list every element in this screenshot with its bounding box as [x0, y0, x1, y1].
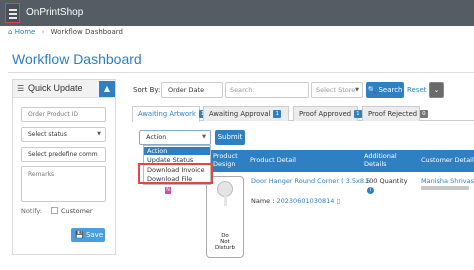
tab-label: Awaiting Artwork — [138, 110, 196, 118]
notify-customer-checkbox[interactable] — [51, 207, 58, 214]
order-product-id-input[interactable]: Order Product ID — [21, 107, 106, 122]
action-option[interactable]: Action — [144, 147, 210, 155]
search-input[interactable]: Search: — [225, 82, 309, 98]
tab-label: Awaiting Approval — [209, 110, 271, 118]
sort-select[interactable]: Order Date — [161, 82, 223, 98]
collapse-chevron-icon[interactable]: ▲ — [99, 81, 115, 97]
name-value[interactable]: 20230601030814 — [277, 197, 335, 205]
search-button[interactable]: 🔍 Search — [366, 82, 404, 98]
brand-name[interactable]: OnPrintShop — [26, 7, 83, 18]
action-select[interactable]: Action ▼ — [139, 130, 211, 145]
divider — [8, 72, 474, 73]
status-select[interactable]: Select status ▼ — [21, 127, 106, 142]
hanger-hole — [217, 181, 233, 197]
hanger-slot — [224, 196, 227, 206]
sort-by-label: Sort By: — [133, 86, 161, 94]
product-job-name: Name : 20230601030814 ▯ — [251, 197, 340, 205]
hamburger-menu-icon[interactable] — [5, 3, 20, 23]
tab-proof-rejected[interactable]: Proof Rejected 0 — [362, 106, 428, 121]
top-navbar: OnPrintShop — [0, 0, 474, 26]
expand-filters-chevron-icon[interactable]: ⌄ — [429, 82, 444, 98]
remarks-textarea[interactable]: Remarks — [21, 166, 106, 202]
status-select-value: Select status — [28, 131, 67, 138]
tab-awaiting-artwork[interactable]: Awaiting Artwork1 — [132, 106, 207, 122]
product-name-link[interactable]: Door Hanger Round Corner ( 3.5x8.5 — [251, 177, 370, 185]
chevron-down-icon: ▼ — [97, 131, 101, 137]
search-icon: 🔍 — [367, 86, 377, 94]
notify-label: Notify: — [21, 207, 42, 215]
breadcrumb-current: Workflow Dashboard — [50, 28, 123, 36]
submit-button[interactable]: Submit — [215, 130, 245, 145]
home-icon[interactable]: ⌂ — [8, 28, 12, 36]
tab-count-badge: 0 — [420, 110, 428, 118]
search-button-label: Search — [378, 86, 403, 94]
store-select-value: Select Store — [316, 86, 356, 94]
page-title: Workflow Dashboard — [12, 51, 142, 67]
tab-awaiting-approval[interactable]: Awaiting Approval 1 — [203, 106, 289, 121]
list-icon: ☰ — [17, 84, 25, 93]
highlight-box — [138, 163, 213, 184]
save-button[interactable]: 💾 Save — [71, 228, 105, 242]
customer-detail-blurred — [421, 186, 469, 190]
quantity-value: 100 Quantity — [365, 177, 408, 185]
tab-proof-approved[interactable]: Proof Approved 1 — [293, 106, 362, 121]
save-label: Save — [85, 231, 104, 239]
info-icon[interactable]: i — [367, 187, 374, 194]
column-header-additional-details: Additional Details — [364, 152, 397, 168]
column-header-product-detail: Product Detail — [250, 156, 296, 164]
store-select[interactable]: Select Store ▼ — [311, 82, 363, 98]
tab-label: Proof Approved — [299, 110, 352, 118]
tab-count-badge: 1 — [273, 110, 281, 118]
save-icon: 💾 — [75, 231, 84, 239]
quick-update-header: ☰ Quick Update ▲ — [13, 80, 115, 98]
breadcrumb-separator: › — [41, 28, 45, 36]
tab-label: Proof Rejected — [368, 110, 418, 118]
product-design-thumbnail[interactable]: Do Not Disturb — [206, 176, 244, 258]
breadcrumb-home[interactable]: Home — [15, 28, 36, 36]
design-text-line: Disturb — [214, 245, 236, 251]
column-header-product-design: Product Design — [213, 152, 238, 168]
action-select-value: Action — [146, 133, 167, 141]
name-label: Name : — [251, 197, 275, 205]
tab-count-badge: 1 — [354, 110, 362, 118]
chevron-down-icon: ▼ — [202, 134, 206, 140]
status-badge: N — [165, 187, 171, 194]
comment-select-value: Select predefine comm — [28, 151, 98, 158]
reset-link[interactable]: Reset — [407, 86, 427, 94]
column-header-customer-details: Customer Details — [421, 156, 474, 164]
chevron-down-icon: ▼ — [355, 87, 359, 93]
predefined-comment-select[interactable]: Select predefine comm — [21, 147, 106, 162]
table-header: Product Design Product Detail Additional… — [210, 150, 474, 172]
customer-label: Customer — [61, 207, 93, 215]
breadcrumb: ⌂ Home › Workflow Dashboard — [8, 28, 123, 36]
customer-name-link[interactable]: Manisha Shrivas — [421, 177, 474, 185]
document-icon[interactable]: ▯ — [337, 197, 341, 205]
quick-update-title: Quick Update — [28, 83, 83, 93]
